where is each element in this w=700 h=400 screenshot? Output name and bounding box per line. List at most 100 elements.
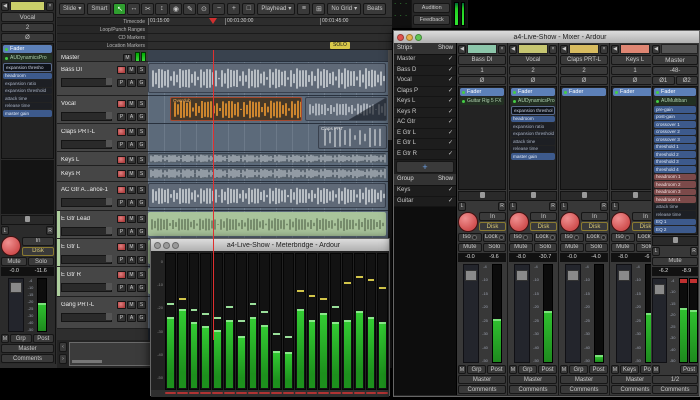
comments-button[interactable]: Comments bbox=[652, 385, 698, 394]
audio-region[interactable] bbox=[148, 183, 386, 208]
close-icon[interactable] bbox=[154, 242, 161, 249]
solo-button[interactable]: S bbox=[137, 243, 146, 251]
output-button[interactable]: Master bbox=[509, 375, 557, 384]
strip-name-button[interactable]: Vocal bbox=[509, 55, 557, 65]
processor-fader[interactable]: Fader bbox=[562, 88, 606, 96]
mute-button[interactable]: Mute bbox=[611, 243, 635, 252]
audio-region[interactable]: Overdub bbox=[170, 97, 302, 121]
record-indicator[interactable] bbox=[189, 392, 200, 394]
track-header-vocal[interactable]: VocalMSPAG bbox=[57, 96, 148, 124]
plugin-param[interactable]: headroom 2 bbox=[654, 181, 696, 188]
record-enable-button[interactable] bbox=[117, 128, 126, 136]
hide-strip-button[interactable]: ◀ bbox=[611, 45, 619, 54]
mono-button[interactable]: M bbox=[458, 365, 466, 374]
solo-lock-button[interactable]: Lock bbox=[636, 233, 652, 242]
edit-mode-dropdown[interactable]: Slide▾ bbox=[59, 3, 85, 15]
pan-slider[interactable] bbox=[1, 215, 54, 225]
automation-button[interactable]: A bbox=[127, 228, 136, 236]
automation-button[interactable]: A bbox=[127, 113, 136, 121]
track-gain-slider[interactable] bbox=[61, 313, 112, 322]
zoom-fit-button[interactable]: □ bbox=[242, 3, 255, 15]
gain-value[interactable]: -8.0 bbox=[509, 253, 533, 262]
plugin-param[interactable]: headroom 4 bbox=[654, 196, 696, 203]
audio-region[interactable]: Claps PRT bbox=[318, 125, 387, 149]
processor-box[interactable]: Fader bbox=[560, 86, 608, 190]
record-indicator[interactable] bbox=[236, 392, 247, 394]
record-indicator[interactable] bbox=[318, 392, 329, 394]
record-enable-button[interactable] bbox=[117, 170, 126, 178]
disk-monitor-button[interactable]: Disk bbox=[22, 247, 54, 256]
processor-fader[interactable]: Fader bbox=[460, 88, 504, 96]
input-monitor-button[interactable]: In bbox=[22, 237, 54, 246]
pan-right-button[interactable]: R bbox=[690, 247, 698, 256]
canvas-lane-e-gtr-lead[interactable] bbox=[148, 211, 388, 239]
group-button[interactable]: Grp bbox=[518, 365, 537, 374]
solo-button[interactable]: S bbox=[137, 301, 146, 309]
record-enable-button[interactable] bbox=[117, 301, 126, 309]
solo-marker[interactable]: SOLO bbox=[330, 42, 350, 49]
processor-fader[interactable]: Fader bbox=[654, 88, 696, 96]
strip-list-item-vocal[interactable]: Vocal✓ bbox=[394, 76, 456, 87]
processor-plugin[interactable]: AUMultiban bbox=[654, 97, 696, 105]
track-gain-slider[interactable] bbox=[61, 283, 112, 292]
ruler-area[interactable]: Timecode01:15:0000:01:30:0000:01:45:00Lo… bbox=[57, 18, 392, 50]
record-enable-button[interactable] bbox=[458, 212, 478, 232]
strip-name-button[interactable]: Master bbox=[652, 55, 698, 65]
canvas-lane-bass-di[interactable] bbox=[148, 62, 388, 96]
processor-box[interactable]: Fader bbox=[611, 86, 651, 190]
record-enable-button[interactable] bbox=[117, 243, 126, 251]
group-visible-check[interactable]: ✓ bbox=[448, 197, 453, 207]
track-header-ac-gtr-a-ance-1[interactable]: AC Gtr A...ance-1MSPAG bbox=[57, 182, 148, 211]
fader-thumb[interactable] bbox=[654, 284, 665, 295]
pan-left-button[interactable]: L bbox=[652, 247, 660, 256]
output-button[interactable]: Master bbox=[1, 344, 54, 353]
automation-button[interactable]: A bbox=[127, 141, 136, 149]
solo-button[interactable]: S bbox=[137, 215, 146, 223]
plugin-param[interactable]: post-gain bbox=[654, 114, 696, 121]
strip-visible-check[interactable]: ✓ bbox=[448, 108, 453, 118]
audio-region[interactable] bbox=[148, 167, 386, 179]
input-button[interactable]: 2 bbox=[1, 23, 54, 32]
record-indicator[interactable] bbox=[377, 392, 388, 394]
range-tool-button[interactable]: ↔ bbox=[127, 3, 140, 15]
strip-list-item-e-gtr-l[interactable]: E Gtr L✓ bbox=[394, 129, 456, 140]
plugin-param[interactable]: headroom 3 bbox=[654, 189, 696, 196]
record-indicator[interactable] bbox=[366, 392, 377, 394]
disk-monitor-button[interactable]: Disk bbox=[530, 222, 557, 231]
zoom-out-button[interactable]: − bbox=[212, 3, 225, 15]
group-list-item-guitar[interactable]: Guitar✓ bbox=[394, 197, 456, 208]
plugin-param[interactable]: pre-gain bbox=[654, 106, 696, 113]
hide-strip-button[interactable]: ◀ bbox=[458, 45, 466, 54]
solo-isolate-button[interactable]: Iso bbox=[611, 233, 635, 242]
disk-monitor-button[interactable]: Disk bbox=[581, 222, 608, 231]
mute-button[interactable]: Mute bbox=[1, 257, 27, 266]
plugin-param[interactable]: expansion threshold bbox=[511, 131, 555, 138]
processor-plugin[interactable]: Guitar Rig 5 FX bbox=[460, 97, 504, 105]
strip-visible-check[interactable]: ✓ bbox=[448, 66, 453, 76]
strip-list-item-master[interactable]: Master✓ bbox=[394, 55, 456, 66]
pan-left-button[interactable]: L bbox=[560, 202, 568, 211]
zoom-tool-button[interactable]: ⊙ bbox=[197, 3, 210, 15]
ruler-row-timecode[interactable]: Timecode01:15:0000:01:30:0000:01:45:00 bbox=[57, 18, 392, 26]
phase-button[interactable]: Ø bbox=[458, 76, 506, 85]
processor-fader[interactable]: Fader bbox=[511, 88, 555, 96]
plugin-param[interactable]: attack time bbox=[3, 95, 52, 102]
strip-visible-check[interactable]: ✓ bbox=[448, 76, 453, 86]
solo-button[interactable]: Solo bbox=[636, 243, 652, 252]
plugin-param[interactable]: release time bbox=[511, 146, 555, 153]
processor-fader[interactable]: Fader bbox=[3, 45, 52, 53]
mixer-titlebar[interactable]: a4-Live-Show - Mixer - Ardour bbox=[394, 31, 699, 43]
minimize-icon[interactable] bbox=[406, 34, 413, 41]
pan-thumb[interactable] bbox=[633, 192, 638, 198]
strip-visible-check[interactable]: ✓ bbox=[448, 129, 453, 139]
solo-button[interactable]: Solo bbox=[534, 243, 558, 252]
processor-box[interactable]: FaderAUMultibanpre-gainpost-gaincrossove… bbox=[652, 86, 698, 235]
processor-fader[interactable]: Fader bbox=[613, 88, 651, 96]
record-indicator[interactable] bbox=[271, 392, 282, 394]
strip-list-item-e-gtr-l[interactable]: E Gtr L✓ bbox=[394, 139, 456, 150]
strip-visible-check[interactable]: ✓ bbox=[448, 118, 453, 128]
mixer-strip-claps-prt-l[interactable]: ◀×Claps PRT-L2ØFaderLRInDiskIsoLockMuteS… bbox=[559, 43, 610, 395]
playlist-button[interactable]: P bbox=[117, 314, 126, 322]
playlist-button[interactable]: P bbox=[117, 113, 126, 121]
input-button[interactable]: 2 bbox=[509, 66, 557, 75]
